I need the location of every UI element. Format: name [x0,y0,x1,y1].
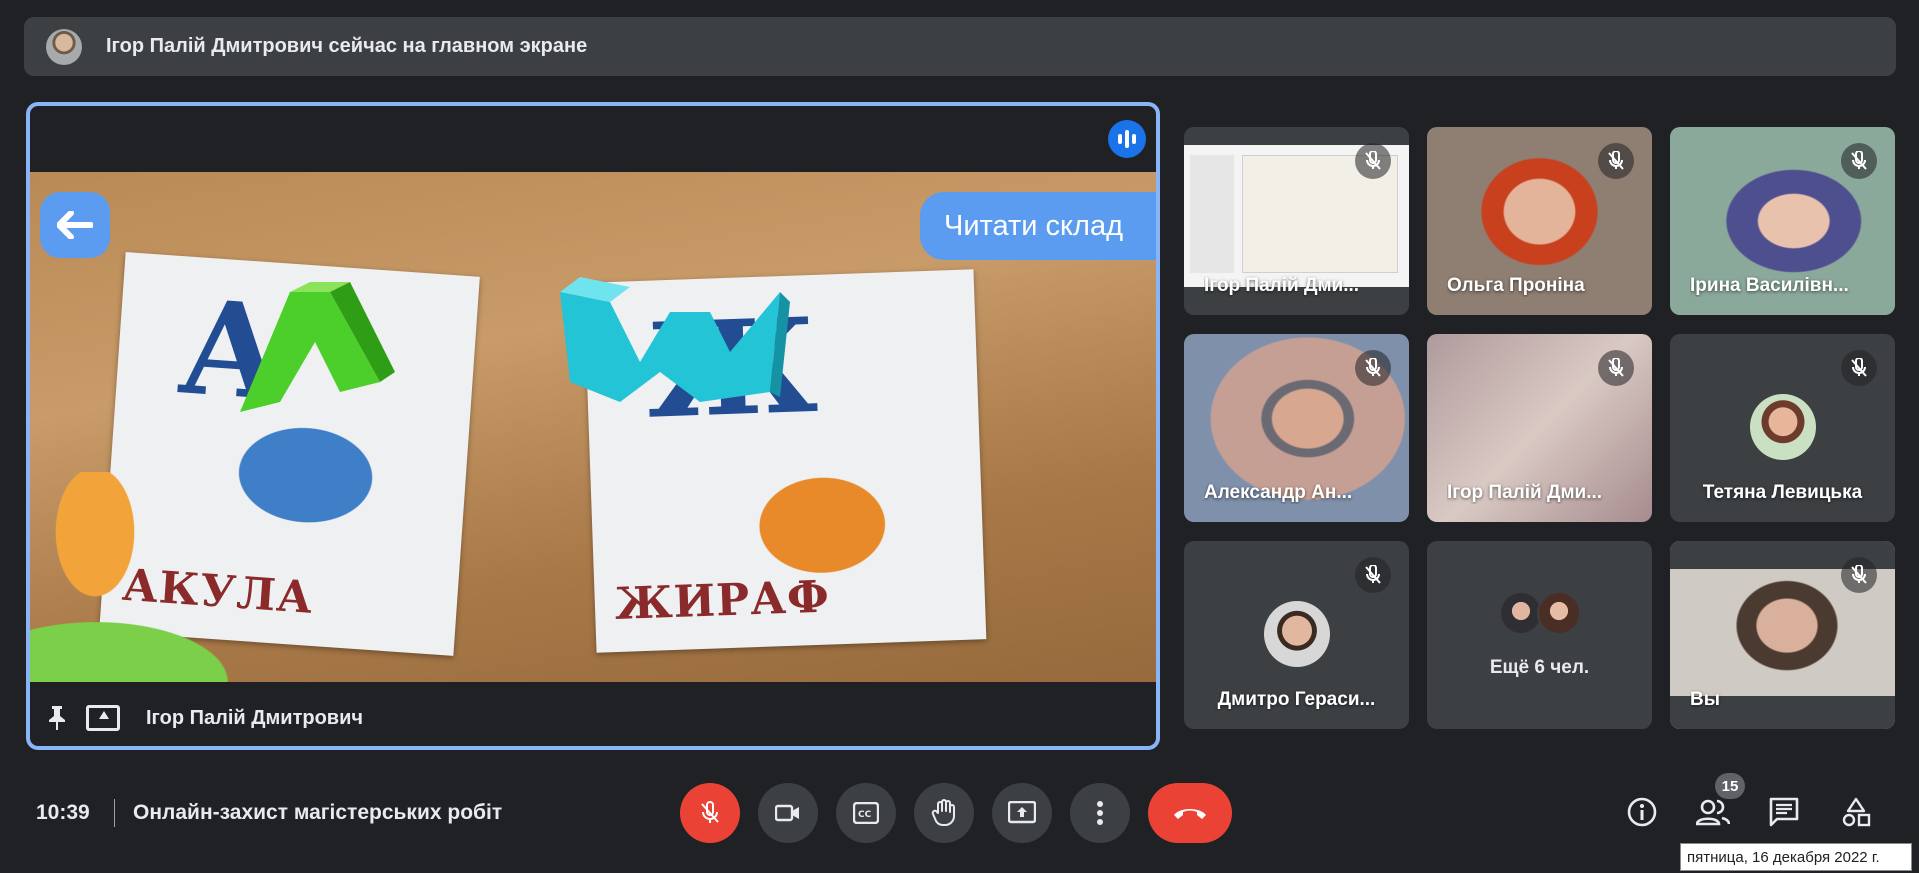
closed-captions-icon: CC [853,802,879,824]
grass-decoration [30,612,250,682]
divider [114,799,115,827]
participant-name: Ірина Василівн... [1690,275,1849,296]
shark-illustration [216,409,395,541]
muted-mic-icon [1598,350,1634,386]
muted-mic-icon [1841,350,1877,386]
presenter-tile[interactable]: А АКУЛА Ж ЖИРАФ [26,102,1160,750]
meeting-title: Онлайн-захист магістерських робіт [133,801,503,824]
card-word: ЖИРАФ [614,571,831,631]
participant-name: Ольга Проніна [1447,275,1585,296]
read-syllable-button[interactable]: Читати склад [920,192,1156,260]
ar-letter-zh-3d [560,277,790,402]
raise-hand-button[interactable] [914,783,974,843]
fox-mascot [40,472,150,622]
participant-name: Ігор Палій Дми... [1447,482,1603,503]
participant-tile[interactable]: Александр Ан... [1184,334,1409,522]
muted-mic-icon [1598,143,1634,179]
muted-mic-icon [1355,143,1391,179]
meet-window: Ігор Палій Дмитрович сейчас на главном э… [0,0,1919,873]
camera-icon [775,804,799,822]
activities-icon [1842,797,1871,827]
camera-toggle-button[interactable] [758,783,818,843]
muted-mic-icon [1841,143,1877,179]
present-screen-icon [1008,801,1036,824]
date-tooltip: пятница, 16 декабря 2022 г. [1680,843,1912,871]
people-button[interactable] [1693,792,1733,832]
presenter-video: А АКУЛА Ж ЖИРАФ [30,172,1156,682]
chat-button[interactable] [1764,792,1804,832]
presenter-name: Ігор Палій Дмитрович [146,706,363,729]
meeting-clock: 10:39 [36,801,90,824]
muted-mic-icon [1841,557,1877,593]
activities-button[interactable] [1836,792,1876,832]
arrow-left-icon [57,211,93,239]
participant-name: Вы [1690,689,1720,710]
leave-call-button[interactable] [1148,783,1232,843]
svg-text:CC: CC [858,810,872,820]
participant-name: Ігор Палій Дми... [1204,275,1360,296]
animal-illustration [740,461,904,578]
muted-mic-icon [1355,557,1391,593]
pin-icon[interactable] [46,705,68,731]
info-icon [1627,797,1657,827]
presenting-banner-text: Ігор Палій Дмитрович сейчас на главном э… [106,35,588,57]
mic-off-icon [701,801,719,823]
people-icon [1696,799,1730,826]
participant-tile[interactable]: Ірина Василівн... [1670,127,1895,315]
captions-button[interactable]: CC [836,783,896,843]
participant-name: Александр Ан... [1204,482,1353,503]
hand-icon [931,799,955,827]
speaking-indicator-icon [1108,120,1146,158]
more-participants-label: Ещё 6 чел. [1489,657,1590,678]
more-options-button[interactable] [1070,783,1130,843]
screen-share-icon [86,705,120,731]
presenting-banner: Ігор Палій Дмитрович сейчас на главном э… [24,17,1896,76]
participant-tile-self[interactable]: Вы [1670,541,1895,729]
participant-tile[interactable]: Ігор Палій Дми... [1184,127,1409,315]
meeting-details-button[interactable] [1622,792,1662,832]
slide-sidebar [1190,155,1234,273]
participant-avatar [1749,394,1816,460]
chat-icon [1769,797,1799,827]
present-screen-button[interactable] [992,783,1052,843]
participant-tile[interactable]: Ігор Палій Дми... [1427,334,1652,522]
presenter-avatar [46,28,82,65]
presenter-footer: Ігор Палій Дмитрович [30,690,1156,746]
participant-tile[interactable]: Ольга Проніна [1427,127,1652,315]
ar-back-button[interactable] [40,192,110,258]
muted-mic-icon [1355,350,1391,386]
participant-name: Тетяна Левицька [1702,482,1863,503]
more-vert-icon [1097,801,1103,825]
ar-letter-a-3d [240,282,395,412]
mic-toggle-button[interactable] [680,783,740,843]
more-participants-tile[interactable]: Ещё 6 чел. [1427,541,1652,729]
participant-tile[interactable]: Тетяна Левицька [1670,334,1895,522]
participant-avatar [1537,591,1581,635]
participant-avatar [1263,601,1330,667]
participant-tile[interactable]: Дмитро Гераси... [1184,541,1409,729]
hang-up-icon [1174,809,1206,819]
participant-name: Дмитро Гераси... [1217,689,1376,710]
